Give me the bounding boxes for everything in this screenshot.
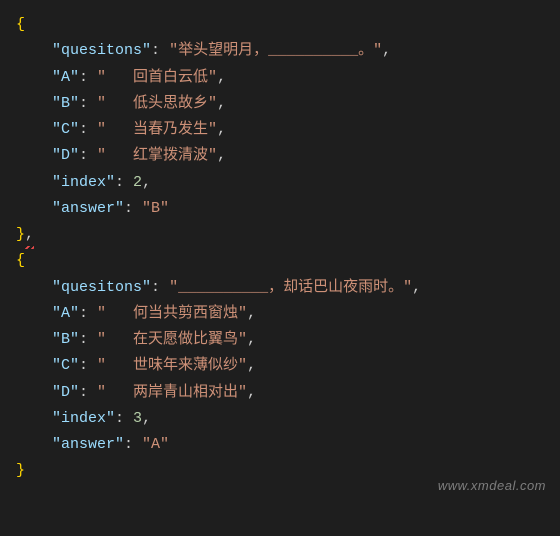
json-key: "index" <box>52 410 115 427</box>
indent <box>16 147 52 164</box>
colon: : <box>79 384 97 401</box>
code-line[interactable]: "answer": "B" <box>16 196 560 222</box>
json-key: "C" <box>52 121 79 138</box>
colon: : <box>79 69 97 86</box>
comma: , <box>217 147 226 164</box>
code-line[interactable]: "A": " 回首白云低", <box>16 65 560 91</box>
error-squiggle: , <box>25 222 34 248</box>
indent <box>16 279 52 296</box>
comma: , <box>247 331 256 348</box>
indent <box>16 384 52 401</box>
indent <box>16 174 52 191</box>
indent <box>16 42 52 59</box>
indent <box>16 331 52 348</box>
json-string: " 回首白云低" <box>97 69 217 86</box>
json-key: "index" <box>52 174 115 191</box>
colon: : <box>151 279 169 296</box>
json-key: "A" <box>52 69 79 86</box>
indent <box>16 69 52 86</box>
comma: , <box>217 95 226 112</box>
comma: , <box>382 42 391 59</box>
json-string: " 在天愿做比翼鸟" <box>97 331 247 348</box>
json-string: " 世味年来薄似纱" <box>97 357 247 374</box>
json-string: " 何当共剪西窗烛" <box>97 305 247 322</box>
brace-close: } <box>16 226 25 243</box>
indent <box>16 410 52 427</box>
json-key: "quesitons" <box>52 279 151 296</box>
json-key: "D" <box>52 384 79 401</box>
comma: , <box>217 69 226 86</box>
code-line[interactable]: "index": 3, <box>16 406 560 432</box>
indent <box>16 436 52 453</box>
comma: , <box>247 357 256 374</box>
json-key: "answer" <box>52 200 124 217</box>
code-line[interactable]: "A": " 何当共剪西窗烛", <box>16 301 560 327</box>
json-number: 3 <box>133 410 142 427</box>
comma: , <box>142 410 151 427</box>
code-line[interactable]: "index": 2, <box>16 170 560 196</box>
json-string: " 低头思故乡" <box>97 95 217 112</box>
code-line[interactable]: "B": " 在天愿做比翼鸟", <box>16 327 560 353</box>
code-line[interactable]: "quesitons": "__________，却话巴山夜雨时。", <box>16 275 560 301</box>
brace-close: } <box>16 462 25 479</box>
indent <box>16 121 52 138</box>
indent <box>16 95 52 112</box>
json-key: "answer" <box>52 436 124 453</box>
json-number: 2 <box>133 174 142 191</box>
code-line[interactable]: "D": " 红掌拨清波", <box>16 143 560 169</box>
indent <box>16 200 52 217</box>
colon: : <box>79 331 97 348</box>
comma: , <box>142 174 151 191</box>
json-string: " 当春乃发生" <box>97 121 217 138</box>
watermark: www.xmdeal.com <box>438 475 546 498</box>
indent <box>16 357 52 374</box>
code-line[interactable]: { <box>16 248 560 274</box>
json-string: "B" <box>142 200 169 217</box>
json-key: "D" <box>52 147 79 164</box>
json-key: "B" <box>52 331 79 348</box>
code-line[interactable]: "quesitons": "举头望明月，__________。", <box>16 38 560 64</box>
json-string: "__________，却话巴山夜雨时。" <box>169 279 412 296</box>
comma: , <box>412 279 421 296</box>
code-line[interactable]: "C": " 世味年来薄似纱", <box>16 353 560 379</box>
comma: , <box>247 384 256 401</box>
brace-open: { <box>16 252 25 269</box>
colon: : <box>124 200 142 217</box>
json-string: "举头望明月，__________。" <box>169 42 382 59</box>
colon: : <box>115 174 133 191</box>
code-line[interactable]: }, <box>16 222 560 248</box>
colon: : <box>79 147 97 164</box>
comma: , <box>247 305 256 322</box>
json-key: "C" <box>52 357 79 374</box>
colon: : <box>115 410 133 427</box>
comma: , <box>217 121 226 138</box>
brace-open: { <box>16 16 25 33</box>
json-string: " 红掌拨清波" <box>97 147 217 164</box>
code-line[interactable]: "C": " 当春乃发生", <box>16 117 560 143</box>
code-line[interactable]: "answer": "A" <box>16 432 560 458</box>
json-string: " 两岸青山相对出" <box>97 384 247 401</box>
json-key: "B" <box>52 95 79 112</box>
colon: : <box>79 121 97 138</box>
colon: : <box>151 42 169 59</box>
trailing-comma: , <box>25 226 34 243</box>
json-string: "A" <box>142 436 169 453</box>
code-line[interactable]: "D": " 两岸青山相对出", <box>16 380 560 406</box>
colon: : <box>79 305 97 322</box>
code-line[interactable]: { <box>16 12 560 38</box>
indent <box>16 305 52 322</box>
json-key: "quesitons" <box>52 42 151 59</box>
colon: : <box>79 357 97 374</box>
code-line[interactable]: "B": " 低头思故乡", <box>16 91 560 117</box>
json-key: "A" <box>52 305 79 322</box>
colon: : <box>124 436 142 453</box>
colon: : <box>79 95 97 112</box>
